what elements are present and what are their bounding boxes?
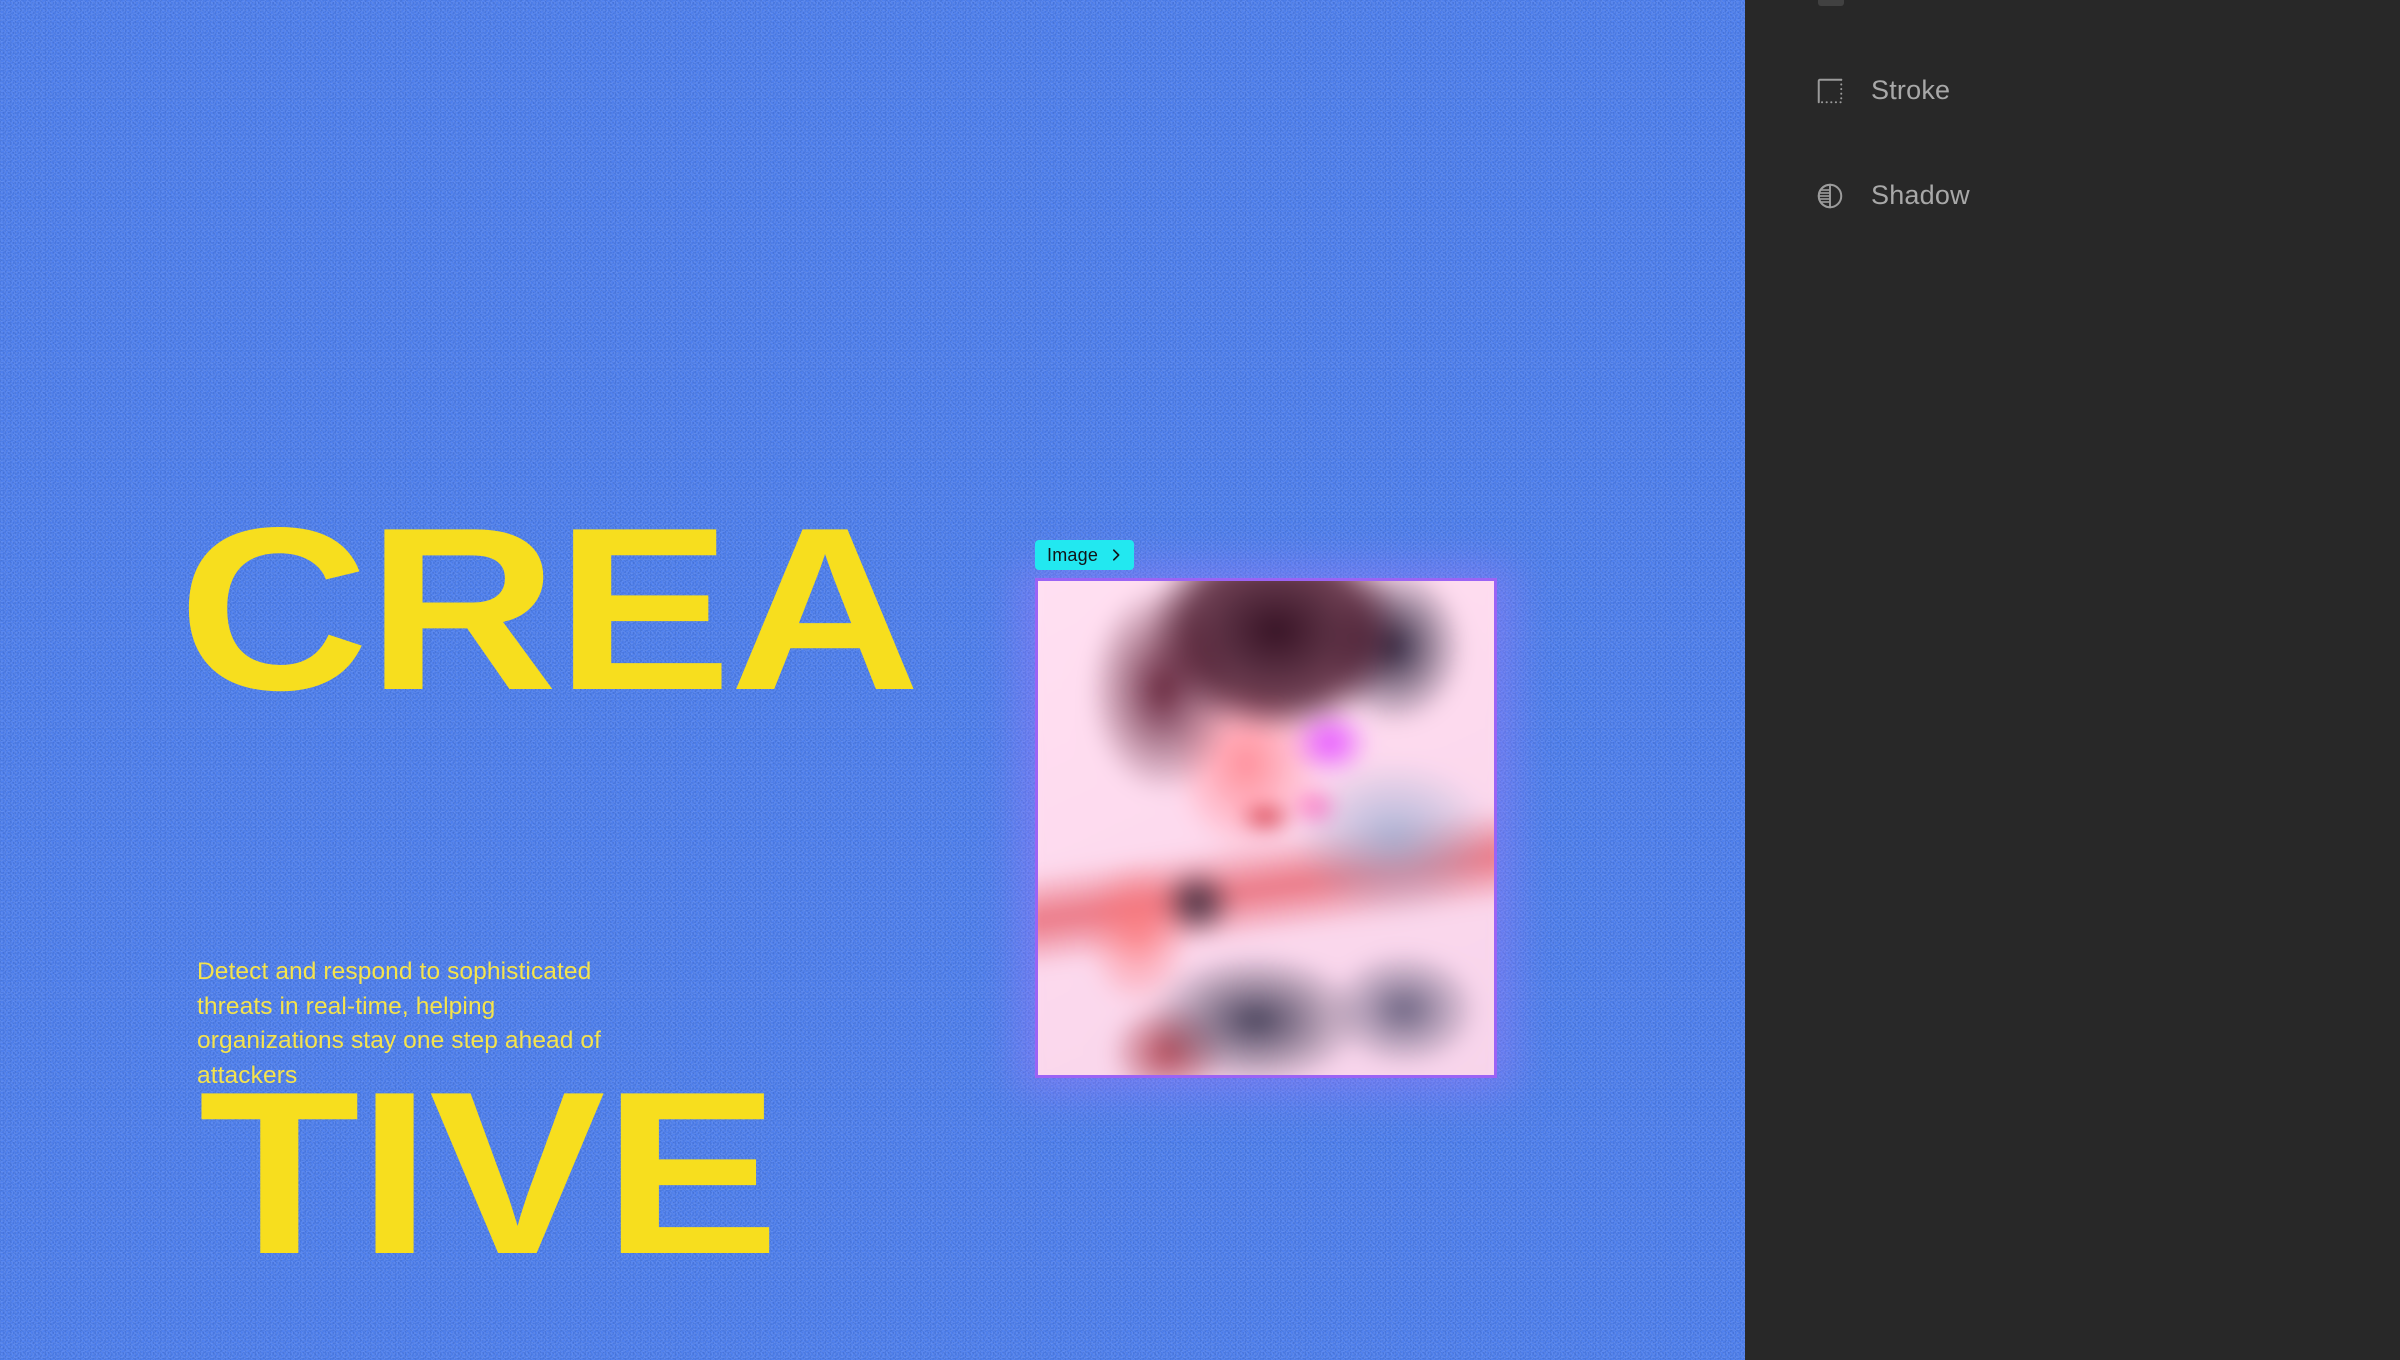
image-selection-frame[interactable] — [1035, 578, 1497, 1078]
property-row-shadow[interactable]: Shadow — [1815, 180, 1970, 211]
stroke-icon — [1817, 78, 1843, 103]
headline-text[interactable]: CREA TIVE MIND — [178, 140, 921, 1360]
headline-line-2: TIVE — [198, 1043, 780, 1303]
image-element-badge[interactable]: Image — [1035, 540, 1135, 570]
chevron-right-icon — [1113, 549, 1120, 561]
image-element[interactable] — [1019, 566, 1513, 1094]
body-paragraph[interactable]: Detect and respond to sophisticated thre… — [197, 955, 627, 1093]
headline-line-1: CREA — [178, 479, 921, 739]
app-root: CREA TIVE MIND Detect and respond to sop… — [0, 0, 2400, 1360]
image-badge-label: Image — [1047, 544, 1099, 565]
portrait-photo — [1038, 581, 1494, 1075]
property-row-stroke[interactable]: Stroke — [1815, 75, 1950, 106]
design-canvas[interactable]: CREA TIVE MIND Detect and respond to sop… — [0, 0, 1745, 1360]
property-label-shadow: Shadow — [1871, 180, 1970, 210]
shadow-icon — [1817, 183, 1843, 208]
property-label-stroke: Stroke — [1871, 75, 1951, 105]
properties-panel: Stroke Shadow — [1745, 0, 2400, 1360]
clipped-icon-above — [1818, 0, 1844, 6]
